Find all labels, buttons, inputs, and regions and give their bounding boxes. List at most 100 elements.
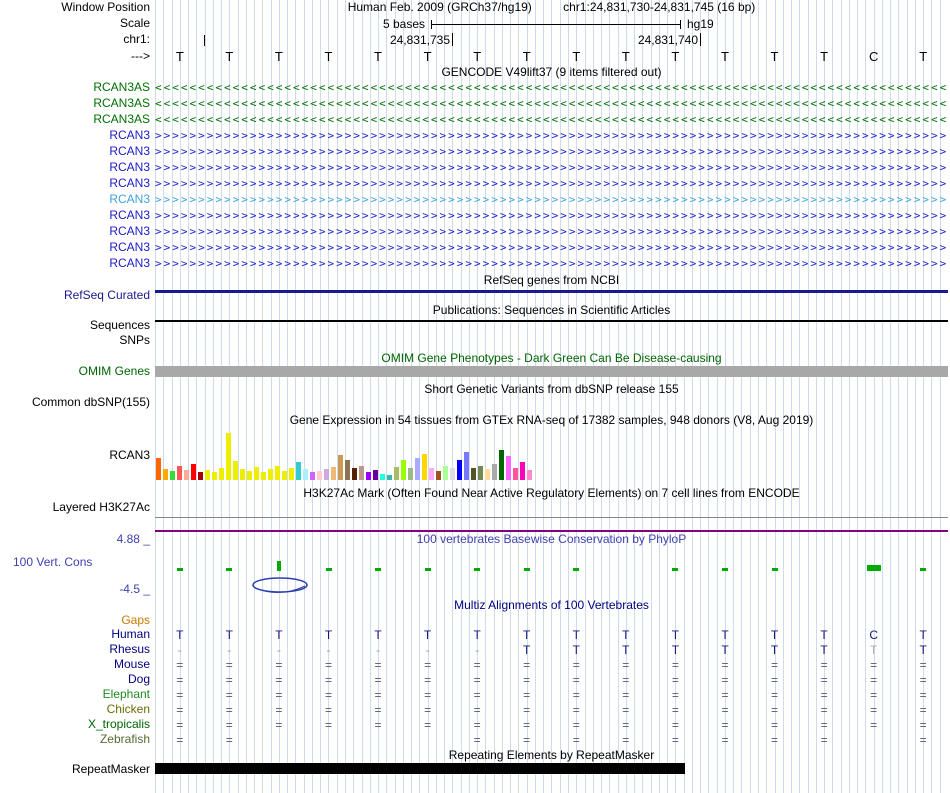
h3k27ac-signal-line[interactable] — [155, 517, 948, 518]
h3k27ac-track-title[interactable]: H3K27Ac Mark (Often Found Near Active Re… — [155, 487, 948, 500]
gtex-expression-bar[interactable] — [317, 471, 322, 480]
gene-item-rcan3[interactable]: >>>>>>>>>>>>>>>>>>>>>>>>>>>>>>>>>>>>>>>>… — [155, 256, 948, 272]
gtex-expression-bar[interactable] — [506, 456, 511, 480]
conservation-label[interactable]: 100 Vert. Cons — [0, 556, 150, 569]
gene-label-rcan3[interactable]: RCAN3 — [0, 161, 150, 174]
gtex-expression-bar[interactable] — [478, 466, 483, 480]
gtex-expression-bar[interactable] — [394, 467, 399, 480]
gtex-expression-bar[interactable] — [324, 469, 329, 480]
gene-label-rcan3[interactable]: RCAN3 — [0, 209, 150, 222]
conservation-tick[interactable] — [325, 568, 332, 571]
dbsnp-track-title[interactable]: Short Genetic Variants from dbSNP releas… — [155, 383, 948, 396]
gtex-expression-bar[interactable] — [205, 470, 210, 480]
gene-item-rcan3[interactable]: >>>>>>>>>>>>>>>>>>>>>>>>>>>>>>>>>>>>>>>>… — [155, 240, 948, 256]
species-label-human[interactable]: Human — [0, 628, 150, 641]
refseq-curated-item[interactable] — [155, 290, 948, 293]
conservation-tick[interactable] — [573, 568, 580, 571]
gtex-expression-bar[interactable] — [233, 461, 238, 480]
gene-item-rcan3[interactable]: >>>>>>>>>>>>>>>>>>>>>>>>>>>>>>>>>>>>>>>>… — [155, 176, 948, 192]
gtex-expression-bar[interactable] — [464, 452, 469, 480]
species-label-x_tropicalis[interactable]: X_tropicalis — [0, 718, 150, 731]
gtex-expression-bar[interactable] — [219, 468, 224, 480]
gtex-expression-bar[interactable] — [380, 474, 385, 480]
gene-item-rcan3[interactable]: >>>>>>>>>>>>>>>>>>>>>>>>>>>>>>>>>>>>>>>>… — [155, 144, 948, 160]
gtex-gene-label[interactable]: RCAN3 — [0, 449, 150, 462]
gene-item-rcan3[interactable]: >>>>>>>>>>>>>>>>>>>>>>>>>>>>>>>>>>>>>>>>… — [155, 208, 948, 224]
gtex-expression-bar[interactable] — [436, 471, 441, 480]
conservation-negative-scribble[interactable] — [247, 575, 313, 597]
gtex-expression-bar[interactable] — [527, 470, 532, 480]
gtex-expression-bar[interactable] — [261, 472, 266, 480]
gtex-expression-bar[interactable] — [184, 470, 189, 480]
gtex-expression-bar[interactable] — [415, 458, 420, 480]
gtex-expression-bar[interactable] — [387, 475, 392, 480]
snps-label[interactable]: SNPs — [0, 334, 150, 347]
sequences-label[interactable]: Sequences — [0, 319, 150, 332]
gtex-expression-bar[interactable] — [275, 466, 280, 480]
gene-item-rcan3as[interactable]: <<<<<<<<<<<<<<<<<<<<<<<<<<<<<<<<<<<<<<<<… — [155, 96, 948, 112]
conservation-tick[interactable] — [176, 568, 183, 571]
gtex-expression-bar[interactable] — [254, 467, 259, 480]
gtex-expression-bar[interactable] — [359, 466, 364, 480]
publications-track-title[interactable]: Publications: Sequences in Scientific Ar… — [155, 304, 948, 317]
conservation-track-title[interactable]: 100 vertebrates Basewise Conservation by… — [155, 533, 948, 546]
conservation-tick[interactable] — [866, 565, 881, 571]
omim-track-title[interactable]: OMIM Gene Phenotypes - Dark Green Can Be… — [155, 352, 948, 365]
gene-label-rcan3[interactable]: RCAN3 — [0, 257, 150, 270]
gtex-expression-bar[interactable] — [520, 462, 525, 480]
omim-genes-label[interactable]: OMIM Genes — [0, 365, 150, 378]
omim-genes-item[interactable] — [155, 366, 948, 377]
species-label-mouse[interactable]: Mouse — [0, 658, 150, 671]
gtex-expression-bar[interactable] — [170, 471, 175, 480]
gene-item-rcan3[interactable]: >>>>>>>>>>>>>>>>>>>>>>>>>>>>>>>>>>>>>>>>… — [155, 192, 948, 208]
gtex-expression-bar[interactable] — [352, 468, 357, 480]
gtex-expression-bar[interactable] — [247, 471, 252, 480]
gtex-expression-bar[interactable] — [373, 470, 378, 480]
conservation-tick[interactable] — [672, 568, 679, 571]
repeatmasker-track-title[interactable]: Repeating Elements by RepeatMasker — [155, 749, 948, 762]
species-label-chicken[interactable]: Chicken — [0, 703, 150, 716]
gtex-expression-bar[interactable] — [212, 472, 217, 480]
gtex-expression-bar[interactable] — [289, 468, 294, 480]
sequences-item[interactable] — [155, 320, 948, 322]
gencode-track-title[interactable]: GENCODE V49lift37 (9 items filtered out) — [155, 66, 948, 79]
multiz-track-title[interactable]: Multiz Alignments of 100 Vertebrates — [155, 599, 948, 612]
repeatmasker-label[interactable]: RepeatMasker — [0, 763, 150, 776]
gtex-expression-bar[interactable] — [226, 433, 231, 480]
species-label-elephant[interactable]: Elephant — [0, 688, 150, 701]
gene-item-rcan3as[interactable]: <<<<<<<<<<<<<<<<<<<<<<<<<<<<<<<<<<<<<<<<… — [155, 112, 948, 128]
gtex-expression-bar[interactable] — [401, 460, 406, 480]
gtex-expression-bar[interactable] — [310, 472, 315, 480]
gtex-expression-bar[interactable] — [429, 468, 434, 480]
conservation-tick[interactable] — [722, 568, 728, 571]
gtex-expression-bar[interactable] — [513, 468, 518, 480]
gtex-expression-bar[interactable] — [422, 454, 427, 480]
gtex-expression-bar[interactable] — [366, 472, 371, 480]
conservation-tick[interactable] — [424, 568, 431, 571]
gtex-expression-bar[interactable] — [499, 450, 504, 480]
repeatmasker-item[interactable] — [155, 763, 685, 774]
gtex-expression-bar[interactable] — [443, 466, 448, 480]
gene-item-rcan3[interactable]: >>>>>>>>>>>>>>>>>>>>>>>>>>>>>>>>>>>>>>>>… — [155, 224, 948, 240]
refseq-track-title[interactable]: RefSeq genes from NCBI — [155, 274, 948, 287]
conservation-tick[interactable] — [276, 561, 281, 571]
gene-label-rcan3[interactable]: RCAN3 — [0, 145, 150, 158]
gtex-expression-bar[interactable] — [408, 468, 413, 480]
gtex-expression-bar[interactable] — [457, 460, 462, 480]
gene-item-rcan3as[interactable]: <<<<<<<<<<<<<<<<<<<<<<<<<<<<<<<<<<<<<<<<… — [155, 80, 948, 96]
gtex-expression-bar[interactable] — [177, 466, 182, 480]
gtex-expression-bar[interactable] — [282, 471, 287, 480]
conservation-tick[interactable] — [920, 568, 927, 571]
gtex-track-title[interactable]: Gene Expression in 54 tissues from GTEx … — [155, 414, 948, 427]
gtex-expression-bar[interactable] — [345, 460, 350, 480]
species-label-rhesus[interactable]: Rhesus — [0, 643, 150, 656]
gtex-expression-bar[interactable] — [268, 469, 273, 480]
gtex-expression-bar[interactable] — [338, 455, 343, 480]
conservation-tick[interactable] — [375, 568, 381, 571]
species-label-zebrafish[interactable]: Zebrafish — [0, 733, 150, 746]
gene-label-rcan3as[interactable]: RCAN3AS — [0, 113, 150, 126]
gtex-expression-bar[interactable] — [296, 462, 301, 480]
gaps-label[interactable]: Gaps — [0, 614, 150, 627]
gene-label-rcan3[interactable]: RCAN3 — [0, 193, 150, 206]
refseq-curated-label[interactable]: RefSeq Curated — [0, 289, 150, 302]
